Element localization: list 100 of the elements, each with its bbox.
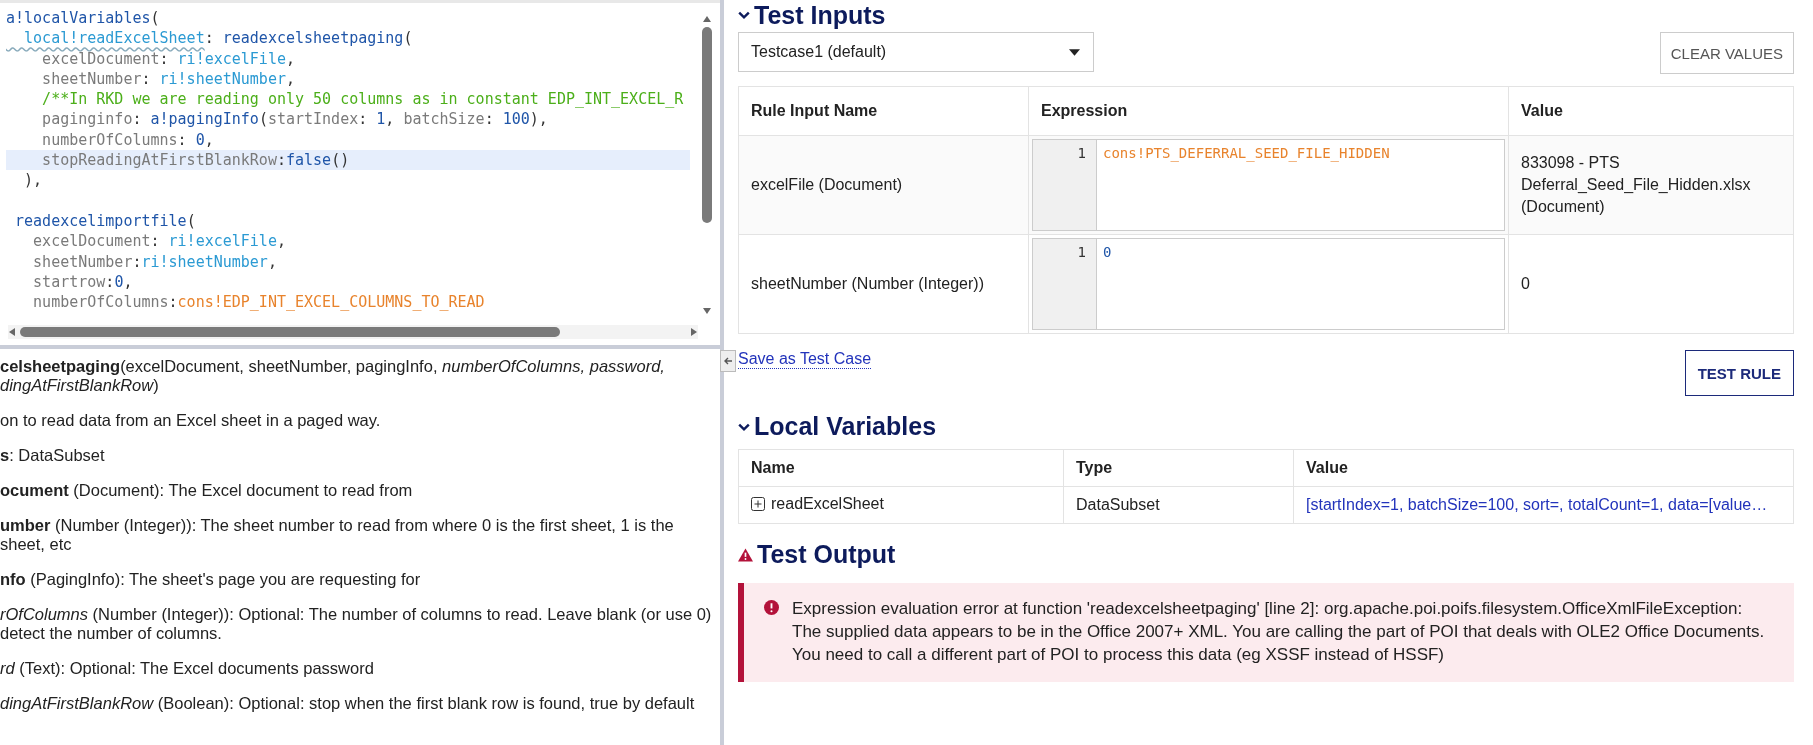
code-token: batchSize (403, 110, 485, 129)
table-cell: DataSubset (1063, 486, 1294, 524)
error-message: Expression evaluation error at function 'readexcelsheetpaging' [line 2]: org.apache.poi.poifs.filesystem.OfficeXmlFileException: The supplied data appears to be in the Office 2007+ XML. You are calling the part of POI that deals with OLE2 Office Documents. You need to call a different part of POI to process this data (eg XSSF instead of HSSF) (792, 598, 1766, 666)
code-token: ri!sheetNumber (141, 252, 268, 271)
code-token: , (123, 272, 133, 291)
scroll-left-icon[interactable] (8, 327, 16, 337)
code-token: stopReadingAtFirstBlankRow (41, 151, 277, 170)
code-token: startIndex (267, 110, 359, 129)
section-heading: Test Output (738, 540, 1794, 569)
expression-editor[interactable]: 1 0 (1032, 238, 1505, 330)
table-cell: sheetNumber (Number (Integer)) (738, 234, 1029, 334)
column-header: Value (1293, 449, 1794, 487)
help-text: nfo (PagingInfo): The sheet's page you are requesting for (0, 570, 422, 589)
code-token: : (177, 130, 188, 149)
code-token: () (331, 151, 350, 170)
code-token: local!readExcelSheet (23, 29, 205, 48)
code-token: numberOfColumns (41, 130, 178, 149)
code-token: : (204, 29, 215, 48)
code-token: ( (150, 9, 160, 27)
code-token: : (168, 293, 178, 312)
code-token: : (159, 49, 170, 68)
column-header: Name (738, 449, 1064, 487)
code-token: excelDocument (32, 232, 151, 251)
line-number: 1 (1033, 140, 1097, 230)
help-text: detect the number of columns. (0, 624, 223, 643)
code-token: paginginfo (41, 110, 133, 129)
code-token: /**In RKD we are reading only 50 columns as in constant EDP_INT_EXCEL_R (41, 90, 684, 109)
help-text: dingAtFirstBlankRow (Boolean): Optional: stop when the first blank row is found, true by default (0, 694, 696, 713)
code-token: , (276, 232, 286, 251)
table-cell-text: readExcelSheet (771, 494, 884, 514)
code-token: ( (403, 29, 413, 48)
clear-values-button[interactable]: CLEAR VALUES (1659, 32, 1794, 74)
code-token: , (285, 49, 295, 68)
code-token: ri!excelFile (177, 49, 286, 68)
arrow-icon (723, 356, 733, 366)
code-token: readexcelimportfile (14, 211, 187, 230)
table-cell-text: 0 (1521, 274, 1531, 294)
column-header: Value (1508, 86, 1794, 136)
code-token: ( (258, 110, 268, 129)
scroll-right-icon[interactable] (690, 327, 698, 337)
testcase-dropdown[interactable]: Testcase1 (default) (738, 32, 1094, 72)
column-header: Expression (1028, 86, 1509, 136)
code-token: ri!excelFile (168, 232, 277, 251)
help-text: rOfColumns (Number (Integer)): Optional: The number of columns to read. Leave blank (or use 0) (0, 605, 713, 624)
code-token: 0 (195, 130, 205, 149)
scroll-down-icon[interactable] (702, 307, 712, 315)
code-token: ), (529, 110, 548, 129)
expression-editor[interactable]: 1 cons!PTS_DEFERRAL_SEED_FILE_HIDDEN (1032, 139, 1505, 231)
section-heading[interactable]: Local Variables (738, 412, 1794, 441)
table-cell: excelFile (Document) (738, 135, 1029, 235)
code-token: a!localVariables (6, 9, 151, 27)
expand-icon[interactable] (751, 497, 765, 511)
help-text: dingAtFirstBlankRow) (0, 376, 160, 395)
code-token: : (141, 69, 152, 88)
help-text: umber (Number (Integer)): The sheet number to read from where 0 is the first sheet, 1 is the (0, 516, 675, 535)
code-token: excelDocument (41, 49, 160, 68)
code-token: startrow (32, 272, 106, 291)
collapse-button[interactable] (720, 350, 736, 372)
scroll-up-icon[interactable] (702, 15, 712, 23)
code-token: false (285, 151, 332, 170)
code-token: , (267, 252, 277, 271)
code-token: ), (23, 171, 43, 190)
value-link[interactable]: [startIndex=1, batchSize=100, sort=, totalCount=1, data=[value… (1293, 486, 1794, 524)
code-token: 100 (502, 110, 530, 129)
code-token: a!pagingInfo (150, 110, 259, 129)
code-token: numberOfColumns (32, 293, 169, 312)
code-token: cons!EDP_INT_EXCEL_COLUMNS_TO_READ (177, 293, 485, 312)
horizontal-scrollbar[interactable] (8, 325, 698, 339)
column-header: Type (1063, 449, 1294, 487)
table-cell-text: Deferral_Seed_File_Hidden.xlsx (1521, 175, 1752, 195)
code-token: sheetNumber (32, 252, 133, 271)
column-header: Rule Input Name (738, 86, 1029, 136)
code-token: ri!sheetNumber (159, 69, 286, 88)
help-text: rd (Text): Optional: The Excel documents password (0, 659, 375, 678)
code-token: : (132, 110, 143, 129)
code-token: , (285, 69, 295, 88)
code-token: : (276, 151, 286, 170)
help-text: ocument (Document): The Excel document to read from (0, 481, 414, 500)
code-token: sheetNumber (41, 69, 142, 88)
code-token: readexcelsheetpaging (222, 29, 404, 48)
code-token: : (105, 272, 115, 291)
test-rule-button[interactable]: TEST RULE (1684, 350, 1794, 396)
code-token: 1 (376, 110, 386, 129)
caret-icon (1069, 48, 1080, 56)
code-token: , (204, 130, 214, 149)
code-token: 0 (114, 272, 124, 291)
code-token: , (385, 110, 396, 129)
table-cell-text: (Document) (1521, 197, 1606, 217)
code-token: : (132, 252, 142, 271)
section-heading[interactable]: Test Inputs (738, 0, 1794, 30)
help-text: sheet, etc (0, 535, 73, 554)
vertical-scrollbar[interactable] (700, 15, 714, 315)
table-cell-text: 833098 - PTS (1521, 153, 1621, 173)
code-token: ( (186, 211, 196, 230)
help-text: celsheetpaging(excelDocument, sheetNumber, pagingInfo, numberOfColumns, password, (0, 357, 666, 376)
error-icon (764, 600, 779, 615)
code-token: : (358, 110, 369, 129)
code-token: : (150, 232, 161, 251)
save-test-case-link[interactable]: Save as Test Case (738, 350, 872, 369)
help-text: s: DataSubset (0, 446, 106, 465)
